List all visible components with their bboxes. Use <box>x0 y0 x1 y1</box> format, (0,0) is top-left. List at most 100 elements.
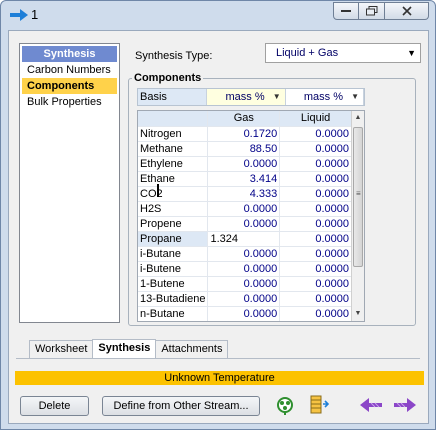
liquid-cell[interactable]: 0.0000 <box>279 246 352 262</box>
table-row: Ethane 3.414 0.0000 <box>138 171 352 187</box>
nav-header: Synthesis <box>22 46 117 62</box>
gas-cell[interactable]: 0.0000 <box>207 276 281 292</box>
table-row: n-Butane 0.0000 0.0000 <box>138 306 352 321</box>
components-title: Components <box>132 72 204 84</box>
gas-cell[interactable]: 0.0000 <box>207 216 281 232</box>
page-nav: Synthesis Carbon Numbers Components Bulk… <box>19 43 120 323</box>
table-icon[interactable] <box>309 395 329 415</box>
tab-strip: Worksheet Synthesis Attachments <box>29 339 229 358</box>
close-icon <box>401 6 412 16</box>
basis-row: Basis mass % ▼ mass % ▼ <box>137 88 365 106</box>
tab-attachments[interactable]: Attachments <box>155 340 229 358</box>
gas-cell[interactable]: 0.0000 <box>207 261 281 277</box>
table-row: Ethylene 0.0000 0.0000 <box>138 156 352 172</box>
component-name: Propene <box>138 216 209 232</box>
liquid-cell[interactable]: 0.0000 <box>279 156 352 172</box>
gas-basis-value: mass % <box>225 91 265 103</box>
table-row: CO2 4.333 0.0000 <box>138 186 352 202</box>
client-area: Synthesis Carbon Numbers Components Bulk… <box>8 30 429 424</box>
title-bar[interactable]: 1 <box>1 1 435 29</box>
basis-label: Basis <box>138 89 208 105</box>
component-name: Nitrogen <box>138 126 209 142</box>
table-row: i-Butene 0.0000 0.0000 <box>138 261 352 277</box>
gas-cell[interactable]: 3.414 <box>207 171 281 187</box>
nav-item-components[interactable]: Components <box>22 78 117 94</box>
gas-cell[interactable]: 0.0000 <box>207 246 281 262</box>
arrow-right-icon[interactable] <box>394 397 416 413</box>
dropdown-arrow-icon: ▼ <box>272 92 281 101</box>
dropdown-arrow-icon: ▼ <box>351 92 359 101</box>
liquid-cell[interactable]: 0.0000 <box>279 291 352 307</box>
liquid-basis-value: mass % <box>303 91 343 103</box>
tab-synthesis[interactable]: Synthesis <box>92 339 157 358</box>
component-name: Ethane <box>138 171 209 187</box>
nav-item-carbon-numbers[interactable]: Carbon Numbers <box>22 62 117 78</box>
minimize-button[interactable] <box>333 2 359 20</box>
gas-cell[interactable]: 0.1720 <box>207 126 281 142</box>
gas-cell[interactable]: 4.333 <box>207 186 281 202</box>
liquid-cell[interactable]: 0.0000 <box>279 171 352 187</box>
scroll-down-icon[interactable]: ▼ <box>352 307 364 321</box>
dropdown-arrow-icon: ▼ <box>407 48 416 58</box>
tab-divider <box>16 358 420 359</box>
table-header-row: Gas Liquid <box>138 111 352 127</box>
synthesis-type-value: Liquid + Gas <box>276 47 339 59</box>
define-from-other-stream-button[interactable]: Define from Other Stream... <box>102 396 260 416</box>
tab-worksheet[interactable]: Worksheet <box>29 340 94 358</box>
table-row: Propene 0.0000 0.0000 <box>138 216 352 232</box>
vertical-scrollbar[interactable]: ▲ ≡ ▼ <box>351 111 364 321</box>
table-row: Methane 88.50 0.0000 <box>138 141 352 157</box>
gas-cell[interactable]: 0.0000 <box>207 156 281 172</box>
nav-item-bulk-properties[interactable]: Bulk Properties <box>22 94 117 110</box>
gas-cell[interactable]: 0.0000 <box>207 306 281 321</box>
molecule-icon[interactable] <box>275 395 295 415</box>
components-table: Gas Liquid Nitrogen 0.1720 0.0000 Methan… <box>138 111 352 321</box>
component-name: H2S <box>138 201 209 217</box>
component-name: n-Butane <box>138 306 209 321</box>
liquid-cell[interactable]: 0.0000 <box>279 231 352 247</box>
component-name: 13-Butadiene <box>138 291 209 307</box>
component-name: Propane <box>138 231 209 247</box>
restore-icon <box>365 6 377 16</box>
liquid-cell[interactable]: 0.0000 <box>279 126 352 142</box>
table-row: Nitrogen 0.1720 0.0000 <box>138 126 352 142</box>
component-name: i-Butene <box>138 261 209 277</box>
delete-button[interactable]: Delete <box>20 396 89 416</box>
liquid-cell[interactable]: 0.0000 <box>279 201 352 217</box>
gas-column-header: Gas <box>207 111 281 127</box>
stream-window: 1 Synthesis Carbon Numbers Components Bu… <box>0 0 436 430</box>
stream-arrow-icon <box>10 9 28 21</box>
window-controls <box>333 2 429 20</box>
status-bar: Unknown Temperature <box>15 371 424 385</box>
liquid-cell[interactable]: 0.0000 <box>279 186 352 202</box>
gas-cell[interactable]: 0.0000 <box>207 201 281 217</box>
gas-basis-select[interactable]: mass % ▼ <box>207 89 286 105</box>
minimize-icon <box>341 10 351 12</box>
liquid-cell[interactable]: 0.0000 <box>279 261 352 277</box>
component-name: 1-Butene <box>138 276 209 292</box>
table-row: 13-Butadiene 0.0000 0.0000 <box>138 291 352 307</box>
liquid-cell[interactable]: 0.0000 <box>279 306 352 321</box>
arrow-left-icon[interactable] <box>360 397 382 413</box>
liquid-cell[interactable]: 0.0000 <box>279 141 352 157</box>
gas-cell-editing[interactable]: 1.324 <box>207 231 281 247</box>
component-name: Methane <box>138 141 209 157</box>
liquid-cell[interactable]: 0.0000 <box>279 216 352 232</box>
maximize-button[interactable] <box>359 2 385 20</box>
components-grid[interactable]: Gas Liquid Nitrogen 0.1720 0.0000 Methan… <box>137 110 365 322</box>
gas-cell[interactable]: 0.0000 <box>207 291 281 307</box>
scroll-thumb[interactable]: ≡ <box>353 127 363 267</box>
liquid-basis-select[interactable]: mass % ▼ <box>286 89 364 105</box>
scroll-up-icon[interactable]: ▲ <box>352 111 364 125</box>
liquid-cell[interactable]: 0.0000 <box>279 276 352 292</box>
gas-cell[interactable]: 88.50 <box>207 141 281 157</box>
table-row: H2S 0.0000 0.0000 <box>138 201 352 217</box>
table-row: 1-Butene 0.0000 0.0000 <box>138 276 352 292</box>
close-button[interactable] <box>385 2 429 20</box>
liquid-column-header: Liquid <box>279 111 352 127</box>
synthesis-type-select[interactable]: Liquid + Gas ▼ <box>265 43 421 63</box>
synthesis-type-label: Synthesis Type: <box>135 50 213 62</box>
text-caret <box>157 184 159 197</box>
table-row: i-Butane 0.0000 0.0000 <box>138 246 352 262</box>
grip-icon: ≡ <box>356 189 361 198</box>
